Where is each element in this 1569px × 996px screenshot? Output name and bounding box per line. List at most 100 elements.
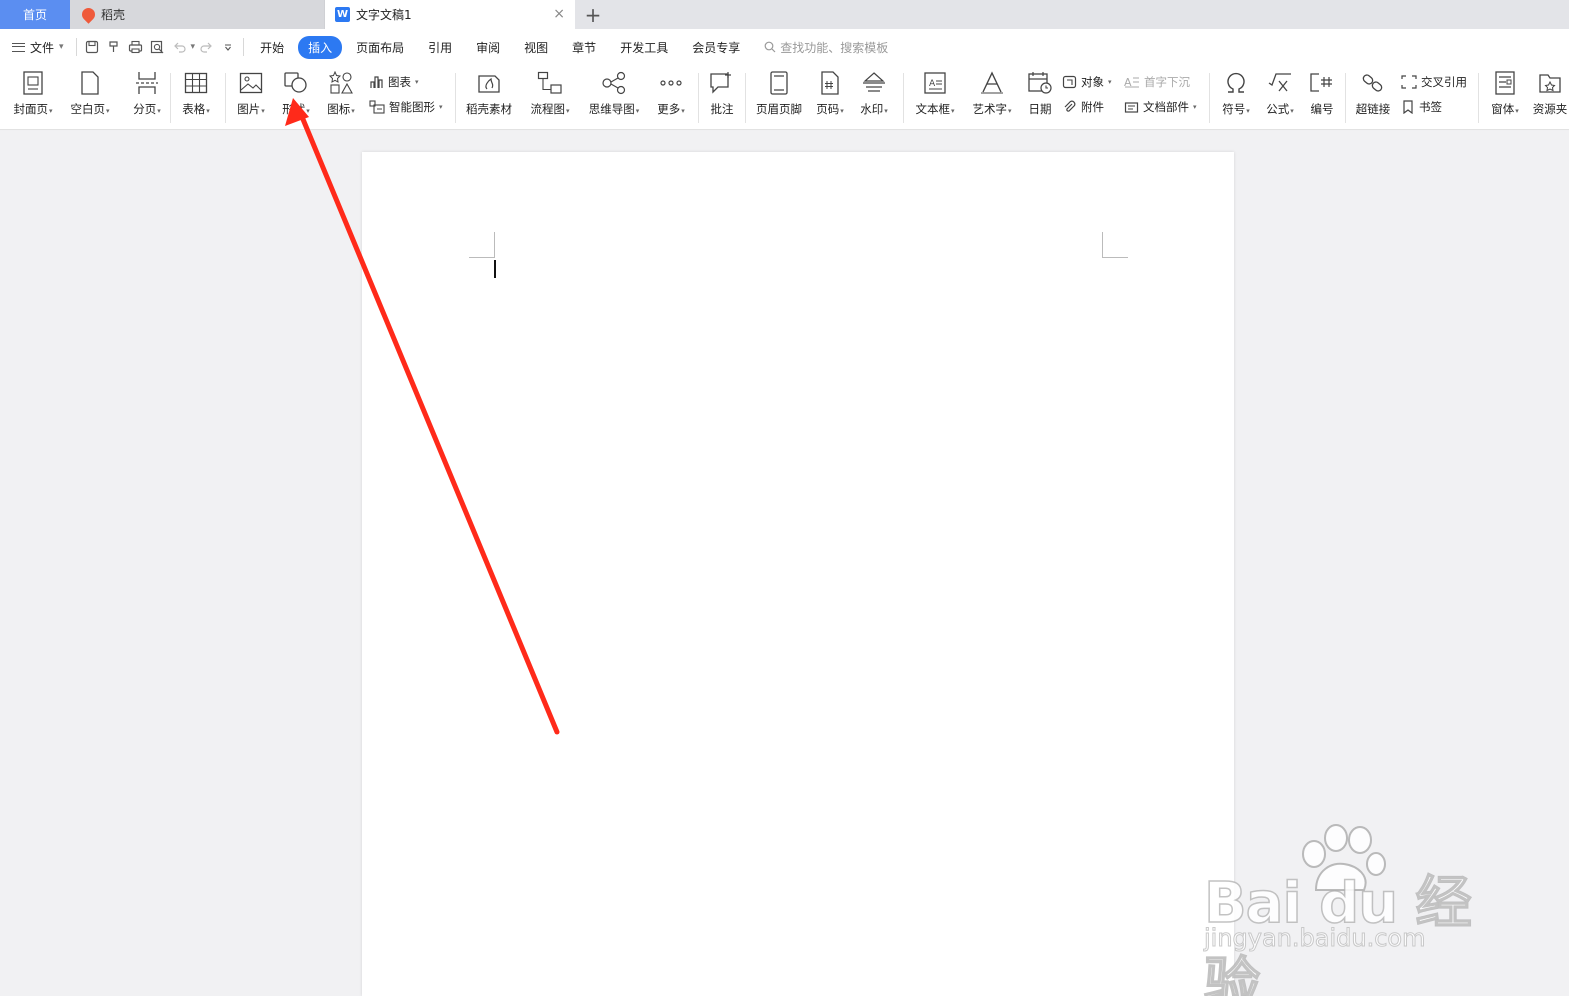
page-break-button[interactable]: 分页▾	[119, 69, 175, 117]
tab-document[interactable]: W 文字文稿1 ×	[325, 0, 575, 29]
table-icon	[184, 72, 208, 94]
blank-page-button[interactable]: 空白页▾	[62, 69, 118, 117]
daoke-material-button[interactable]: 稻壳素材	[461, 69, 517, 117]
dropcap-button[interactable]: A 首字下沉	[1124, 74, 1190, 90]
divider	[75, 38, 77, 56]
hyperlink-button[interactable]: 超链接	[1345, 69, 1401, 117]
undo-icon	[173, 42, 186, 53]
textbox-button[interactable]: A 文本框▾	[907, 69, 963, 117]
watermark-button[interactable]: 水印▾	[846, 69, 902, 117]
doc-parts-icon	[1124, 102, 1139, 113]
object-button[interactable]: 对象 ▾	[1062, 74, 1112, 90]
cover-page-button[interactable]: 封面页▾	[5, 69, 61, 117]
icons-label: 图标	[327, 102, 351, 116]
attachment-button[interactable]: 附件	[1062, 99, 1104, 115]
date-label: 日期	[1028, 102, 1052, 116]
customize-toolbar-button[interactable]	[217, 36, 239, 58]
page-break-icon	[136, 72, 158, 94]
format-painter-button[interactable]	[103, 36, 125, 58]
redo-button[interactable]	[195, 36, 217, 58]
resource-folder-button[interactable]: 资源夹	[1526, 69, 1569, 117]
tab-daoke[interactable]: 稻壳	[70, 0, 325, 29]
margin-corner-top-right	[1102, 232, 1128, 258]
daoke-material-label: 稻壳素材	[466, 102, 512, 116]
save-button[interactable]	[81, 36, 103, 58]
comment-button[interactable]: 批注	[694, 69, 750, 117]
close-tab-icon[interactable]: ×	[553, 6, 565, 22]
daoke-logo-icon	[79, 5, 98, 24]
search-box[interactable]: 查找功能、搜索模板	[764, 39, 888, 56]
caret-down-icon	[225, 44, 232, 51]
menu-tab-insert[interactable]: 插入	[298, 35, 343, 59]
new-tab-button[interactable]: +	[575, 0, 611, 29]
more-icon	[660, 80, 682, 86]
more-button[interactable]: 更多▾	[643, 69, 699, 117]
print-button[interactable]	[125, 36, 147, 58]
mindmap-button[interactable]: 思维导图▾	[586, 69, 642, 117]
form-icon	[1495, 71, 1515, 95]
header-footer-button[interactable]: 页眉页脚	[751, 69, 807, 117]
comment-icon	[710, 72, 731, 94]
form-window-button[interactable]: 窗体▾	[1477, 69, 1533, 117]
menu-tab-review[interactable]: 审阅	[466, 36, 510, 59]
dropcap-icon: A	[1124, 76, 1139, 89]
file-menu-button[interactable]: 文件 ▾	[0, 35, 72, 59]
print-preview-button[interactable]	[147, 36, 169, 58]
menu-tab-member[interactable]: 会员专享	[682, 36, 750, 59]
calendar-icon	[1028, 72, 1052, 94]
writer-logo-icon: W	[335, 7, 350, 22]
document-page[interactable]	[362, 152, 1234, 996]
wordart-label: 艺术字	[972, 102, 1007, 116]
divider	[903, 73, 904, 123]
menu-tab-references[interactable]: 引用	[418, 36, 462, 59]
flowchart-button[interactable]: 流程图▾	[522, 69, 578, 117]
tab-document-label: 文字文稿1	[356, 8, 412, 22]
resource-folder-icon	[1539, 74, 1561, 93]
smartart-label: 智能图形	[389, 100, 435, 114]
numbering-icon	[1310, 73, 1332, 92]
cross-reference-button[interactable]: 交叉引用	[1401, 74, 1467, 90]
table-label: 表格	[182, 102, 206, 116]
plus-icon: +	[584, 2, 602, 27]
shape-label: 形状	[282, 102, 306, 116]
watermark-label: 水印	[860, 102, 884, 116]
date-button[interactable]: 日期	[1012, 69, 1068, 117]
textbox-icon: A	[924, 72, 946, 94]
menu-tab-start[interactable]: 开始	[250, 36, 294, 59]
link-icon	[1362, 74, 1383, 92]
attachment-label: 附件	[1081, 100, 1104, 114]
undo-button[interactable]	[169, 36, 191, 58]
menu-tab-section[interactable]: 章节	[562, 36, 606, 59]
cross-reference-label: 交叉引用	[1421, 75, 1467, 89]
menu-tab-page-layout[interactable]: 页面布局	[346, 36, 414, 59]
table-button[interactable]: 表格▾	[168, 69, 224, 117]
page-number-icon	[821, 71, 839, 95]
resource-folder-label: 资源夹	[1532, 102, 1568, 116]
form-window-label: 窗体	[1491, 102, 1515, 116]
menu-tab-developer[interactable]: 开发工具	[610, 36, 678, 59]
printer-icon	[128, 40, 143, 54]
chart-button[interactable]: 图表 ▾	[369, 74, 419, 90]
wordart-icon	[981, 71, 1003, 94]
cross-reference-icon	[1401, 75, 1417, 89]
bookmark-button[interactable]: 书签	[1401, 99, 1442, 115]
icons-button[interactable]: 图标▾	[313, 69, 369, 117]
dropcap-label: 首字下沉	[1144, 75, 1190, 89]
menu-tab-view[interactable]: 视图	[514, 36, 558, 59]
chevron-down-icon: ▾	[59, 42, 64, 52]
hamburger-icon	[12, 42, 25, 52]
doc-parts-button[interactable]: 文档部件 ▾	[1124, 99, 1197, 115]
svg-text:A: A	[929, 79, 936, 89]
smartart-button[interactable]: 智能图形 ▾	[369, 99, 443, 115]
divider	[455, 73, 456, 123]
numbering-button[interactable]: 编号	[1294, 69, 1350, 117]
flowchart-icon	[537, 71, 562, 94]
tab-home-label: 首页	[22, 8, 47, 22]
tab-home[interactable]: 首页	[0, 0, 70, 29]
bookmark-label: 书签	[1419, 100, 1442, 114]
watermark-url: jingyan.baidu.com	[1203, 924, 1426, 953]
object-label: 对象	[1081, 75, 1104, 89]
format-painter-icon	[108, 41, 118, 52]
doc-parts-label: 文档部件	[1143, 100, 1189, 114]
formula-icon	[1268, 73, 1291, 92]
